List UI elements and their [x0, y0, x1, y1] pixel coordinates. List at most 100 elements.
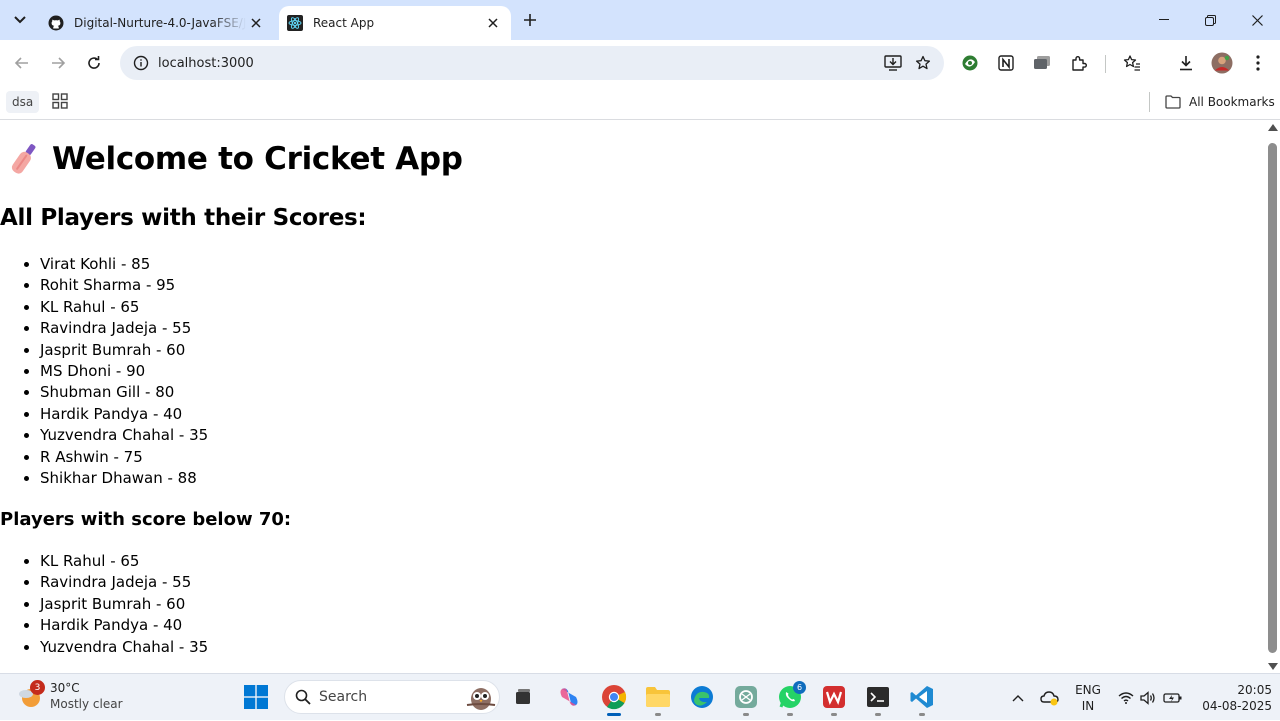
list-item: Rohit Sharma - 95: [40, 275, 208, 296]
arrow-left-icon: [14, 57, 28, 69]
taskbar-wps[interactable]: [816, 679, 852, 716]
extension-button[interactable]: [956, 49, 984, 77]
notion-extension-button[interactable]: [992, 49, 1020, 77]
extensions-menu-button[interactable]: [1065, 49, 1093, 77]
all-bookmarks-button[interactable]: All Bookmarks: [1165, 91, 1275, 113]
extension-button[interactable]: [1028, 49, 1056, 77]
wps-office-icon: [823, 686, 845, 708]
close-icon: [1251, 14, 1263, 26]
taskbar-vscode[interactable]: [904, 679, 940, 716]
forward-button[interactable]: [44, 49, 72, 77]
taskbar-copilot[interactable]: [551, 679, 587, 715]
running-indicator: [787, 713, 793, 716]
browser-toolbar: localhost:3000: [0, 40, 1280, 86]
show-hidden-icons-button[interactable]: [1008, 674, 1028, 721]
notion-icon: [998, 55, 1014, 71]
task-view-icon: [516, 689, 530, 704]
minimize-button[interactable]: [1141, 0, 1187, 40]
bookmark-star-icon[interactable]: [908, 48, 938, 78]
wifi-icon[interactable]: [1116, 674, 1136, 721]
bookmark-dsa[interactable]: dsa: [6, 91, 40, 113]
apps-grid-icon[interactable]: [50, 91, 70, 111]
downloads-button[interactable]: [1172, 49, 1200, 77]
puzzle-icon: [1072, 56, 1087, 71]
tab-title: React App: [313, 16, 375, 30]
tab-strip: Digital-Nurture-4.0-JavaFSE/Jav React Ap…: [0, 0, 1280, 40]
scroll-down-arrow-icon[interactable]: [1268, 663, 1278, 670]
windows-logo-icon: [244, 685, 268, 709]
profile-button[interactable]: [1208, 49, 1236, 77]
cricket-bat-icon: [11, 144, 36, 174]
page-title: Welcome to Cricket App: [8, 141, 463, 177]
react-icon: [287, 15, 303, 31]
download-icon: [1180, 56, 1192, 71]
windows-taskbar: 3 30°C Mostly clear Search 6 ENG IN 20:0…: [0, 673, 1280, 720]
taskbar-whatsapp[interactable]: 6: [772, 679, 808, 716]
running-indicator: [655, 713, 661, 716]
close-icon[interactable]: [246, 13, 266, 33]
address-bar[interactable]: localhost:3000: [120, 46, 944, 80]
list-item: Shikhar Dhawan - 88: [40, 468, 208, 489]
taskbar-chrome[interactable]: [596, 679, 632, 716]
start-button[interactable]: [238, 679, 274, 715]
tab-search-button[interactable]: [6, 7, 34, 33]
star-list-icon: [1123, 55, 1140, 71]
url-text[interactable]: localhost:3000: [158, 56, 878, 71]
taskbar-edge[interactable]: [684, 679, 720, 715]
taskbar-terminal[interactable]: [860, 679, 896, 716]
language-region: IN: [1081, 699, 1095, 713]
bookmarks-bar: dsa All Bookmarks: [0, 86, 1280, 120]
list-item: Jasprit Bumrah - 60: [40, 594, 208, 615]
battery-icon[interactable]: [1162, 674, 1184, 721]
vertical-scrollbar[interactable]: [1266, 121, 1280, 673]
close-window-button[interactable]: [1234, 0, 1280, 40]
running-indicator: [831, 713, 837, 716]
tab-title: Digital-Nurture-4.0-JavaFSE/Jav: [74, 16, 246, 30]
clock-date: 04-08-2025: [1202, 699, 1272, 713]
taskbar-chatgpt[interactable]: [728, 679, 764, 716]
volume-icon[interactable]: [1138, 674, 1158, 721]
reload-icon: [88, 56, 100, 69]
taskbar-file-explorer[interactable]: [640, 679, 676, 716]
arrow-right-icon: [52, 57, 66, 69]
running-indicator: [875, 713, 881, 716]
list-item: Ravindra Jadeja - 55: [40, 572, 208, 593]
chevron-down-icon: [14, 16, 26, 24]
weather-widget[interactable]: 3 30°C Mostly clear: [16, 680, 123, 712]
list-item: R Ashwin - 75: [40, 447, 208, 468]
active-indicator: [607, 713, 621, 716]
onedrive-tray-icon[interactable]: [1038, 674, 1062, 721]
close-icon[interactable]: [483, 13, 503, 33]
tab-github[interactable]: Digital-Nurture-4.0-JavaFSE/Jav: [38, 6, 274, 40]
taskbar-search[interactable]: Search: [284, 680, 500, 714]
bookmarks-panel-button[interactable]: [1118, 49, 1146, 77]
chrome-menu-button[interactable]: [1244, 49, 1272, 77]
back-button[interactable]: [8, 49, 36, 77]
extension-cards-icon: [1034, 56, 1050, 69]
plus-icon: [524, 14, 536, 26]
site-info-icon[interactable]: [126, 55, 156, 71]
language-code: ENG: [1075, 683, 1101, 697]
page-title-text: Welcome to Cricket App: [52, 141, 463, 177]
folder-icon: [1165, 95, 1181, 109]
copilot-icon: [560, 688, 578, 706]
reload-button[interactable]: [80, 49, 108, 77]
extension-green-icon: [962, 55, 978, 71]
chrome-icon: [602, 685, 627, 710]
restore-button[interactable]: [1187, 0, 1233, 40]
vscode-icon: [910, 686, 933, 708]
install-app-icon[interactable]: [878, 48, 908, 78]
new-tab-button[interactable]: [518, 8, 542, 32]
scroll-up-arrow-icon[interactable]: [1268, 124, 1278, 131]
weather-condition: Mostly clear: [50, 697, 123, 711]
all-players-list: Virat Kohli - 85Rohit Sharma - 95KL Rahu…: [40, 254, 208, 489]
chatgpt-icon: [735, 686, 757, 708]
input-language-button[interactable]: ENG IN: [1070, 682, 1106, 714]
below-70-list: KL Rahul - 65Ravindra Jadeja - 55Jasprit…: [40, 551, 208, 658]
scrollbar-thumb[interactable]: [1268, 143, 1277, 653]
system-clock[interactable]: 20:05 04-08-2025: [1192, 682, 1272, 714]
cloud-icon: [1040, 690, 1059, 705]
all-bookmarks-label: All Bookmarks: [1189, 95, 1275, 109]
taskbar-task-view[interactable]: [505, 679, 541, 715]
tab-react-app[interactable]: React App: [279, 6, 511, 40]
